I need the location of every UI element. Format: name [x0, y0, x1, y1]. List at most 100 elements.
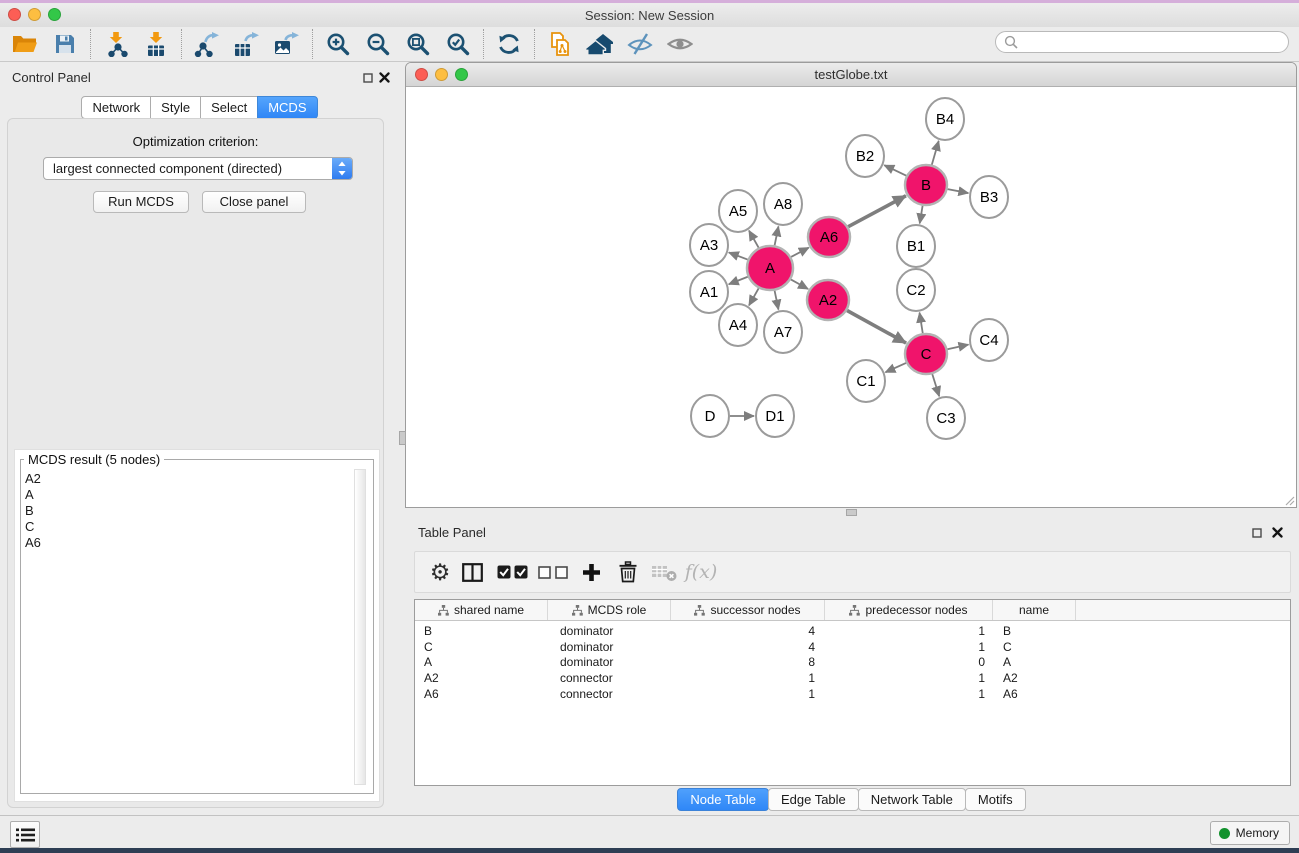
refresh-layout-button[interactable]: [489, 27, 529, 61]
graph-edge-A-A4[interactable]: [749, 288, 759, 305]
select-all-button[interactable]: [491, 557, 533, 587]
zoom-in-button[interactable]: [318, 27, 358, 61]
hide-selected-button[interactable]: [620, 27, 660, 61]
resize-grip-icon[interactable]: [1283, 494, 1295, 506]
export-image-button[interactable]: [267, 27, 307, 61]
mcds-result-item[interactable]: A: [25, 487, 353, 503]
graph-edge-C-C1[interactable]: [885, 363, 906, 372]
table-tab-edge-table[interactable]: Edge Table: [768, 788, 859, 811]
column-header-MCDS-role[interactable]: MCDS role: [548, 600, 671, 620]
delete-column-button[interactable]: [609, 557, 647, 587]
import-table-button[interactable]: [136, 27, 176, 61]
graph-edge-A-A8[interactable]: [775, 226, 779, 245]
delete-table-button[interactable]: [647, 557, 681, 587]
table-tab-motifs[interactable]: Motifs: [965, 788, 1026, 811]
first-neighbors-button[interactable]: [580, 27, 620, 61]
graph-edge-A6-B[interactable]: [848, 196, 906, 227]
close-panel-button[interactable]: [378, 71, 391, 84]
mcds-result-item[interactable]: A2: [25, 471, 353, 487]
table-tab-node-table[interactable]: Node Table: [677, 788, 769, 811]
run-mcds-button[interactable]: Run MCDS: [93, 191, 189, 213]
graph-edge-A-A7[interactable]: [775, 291, 779, 310]
graph-node-D[interactable]: D: [691, 395, 729, 437]
graph-node-D1[interactable]: D1: [756, 395, 794, 437]
table-row[interactable]: Cdominator41C: [415, 639, 1290, 655]
graph-node-B3[interactable]: B3: [970, 176, 1008, 218]
graph-node-B[interactable]: B: [905, 165, 947, 205]
graph-edge-C-C3[interactable]: [932, 374, 939, 396]
task-history-button[interactable]: [10, 821, 40, 848]
export-table-button[interactable]: [227, 27, 267, 61]
float-table-panel-button[interactable]: [1250, 526, 1263, 539]
zoom-out-button[interactable]: [358, 27, 398, 61]
column-header-successor-nodes[interactable]: successor nodes: [671, 600, 825, 620]
graph-edge-C-C4[interactable]: [947, 345, 968, 350]
close-panel-button-mcds[interactable]: Close panel: [202, 191, 306, 213]
graph-edge-A-A5[interactable]: [749, 231, 759, 248]
graph-edge-B-B1[interactable]: [920, 206, 923, 224]
column-header-name[interactable]: name: [993, 600, 1076, 620]
graph-node-A6[interactable]: A6: [808, 217, 850, 257]
network-horizontal-scrollbar-thumb[interactable]: [846, 509, 857, 516]
show-all-button[interactable]: [660, 27, 700, 61]
deselect-all-button[interactable]: [533, 557, 573, 587]
graph-node-B4[interactable]: B4: [926, 98, 964, 140]
graph-edge-C-C2[interactable]: [920, 313, 923, 334]
table-row[interactable]: Bdominator41B: [415, 623, 1290, 639]
memory-button[interactable]: Memory: [1210, 821, 1290, 845]
graph-node-A8[interactable]: A8: [764, 183, 802, 225]
table-row[interactable]: Adominator80A: [415, 654, 1290, 670]
graph-edge-A-A3[interactable]: [729, 252, 748, 259]
graph-node-C[interactable]: C: [905, 334, 947, 374]
control-tab-select[interactable]: Select: [200, 96, 258, 119]
graph-node-A5[interactable]: A5: [719, 190, 757, 232]
column-header-shared-name[interactable]: shared name: [415, 600, 548, 620]
close-table-panel-button[interactable]: [1271, 526, 1284, 539]
mcds-result-item[interactable]: A6: [25, 535, 353, 551]
float-panel-button[interactable]: [361, 71, 374, 84]
graph-edge-A-A6[interactable]: [791, 248, 809, 257]
table-mode-gear-button[interactable]: ⚙: [427, 557, 453, 587]
control-tab-style[interactable]: Style: [150, 96, 201, 119]
graph-node-C3[interactable]: C3: [927, 397, 965, 439]
open-session-button[interactable]: [5, 27, 45, 61]
export-network-button[interactable]: [187, 27, 227, 61]
graph-node-A4[interactable]: A4: [719, 304, 757, 346]
zoom-selected-button[interactable]: [438, 27, 478, 61]
column-header-predecessor-nodes[interactable]: predecessor nodes: [825, 600, 993, 620]
graph-node-A2[interactable]: A2: [807, 280, 849, 320]
graph-node-A[interactable]: A: [747, 246, 793, 290]
add-column-button[interactable]: [573, 557, 609, 587]
graph-node-B2[interactable]: B2: [846, 135, 884, 177]
network-graph-canvas[interactable]: B4B2BB3A5A8A6A3B1AC2A1A2A4A7C4CC1DD1C3: [406, 86, 1296, 507]
function-builder-button[interactable]: f(x): [681, 557, 721, 587]
graph-node-C4[interactable]: C4: [970, 319, 1008, 361]
graph-edge-A-A1[interactable]: [729, 277, 748, 284]
network-window-titlebar[interactable]: testGlobe.txt: [406, 63, 1296, 87]
graph-node-A1[interactable]: A1: [690, 271, 728, 313]
graph-edge-A2-C[interactable]: [847, 310, 906, 343]
control-tab-mcds[interactable]: MCDS: [257, 96, 317, 119]
import-network-button[interactable]: [96, 27, 136, 61]
search-box[interactable]: [995, 31, 1289, 53]
graph-edge-A-A2[interactable]: [791, 279, 808, 289]
graph-edge-B-B4[interactable]: [932, 141, 939, 165]
network-vertical-scrollbar-thumb[interactable]: [399, 431, 406, 445]
result-scrollbar[interactable]: [354, 469, 366, 785]
graph-node-C2[interactable]: C2: [897, 269, 935, 311]
table-row[interactable]: A2connector11A2: [415, 670, 1290, 686]
table-row[interactable]: A6connector11A6: [415, 686, 1290, 702]
show-columns-button[interactable]: [453, 557, 491, 587]
graph-edge-B-B2[interactable]: [884, 165, 906, 175]
search-input[interactable]: [1023, 33, 1288, 51]
graph-node-A7[interactable]: A7: [764, 311, 802, 353]
clone-network-button[interactable]: [540, 27, 580, 61]
graph-node-B1[interactable]: B1: [897, 225, 935, 267]
graph-node-A3[interactable]: A3: [690, 224, 728, 266]
graph-edge-B-B3[interactable]: [948, 189, 969, 193]
mcds-result-item[interactable]: B: [25, 503, 353, 519]
save-session-button[interactable]: [45, 27, 85, 61]
zoom-fit-button[interactable]: [398, 27, 438, 61]
optimization-criterion-select[interactable]: largest connected component (directed): [43, 157, 353, 180]
control-tab-network[interactable]: Network: [81, 96, 151, 119]
